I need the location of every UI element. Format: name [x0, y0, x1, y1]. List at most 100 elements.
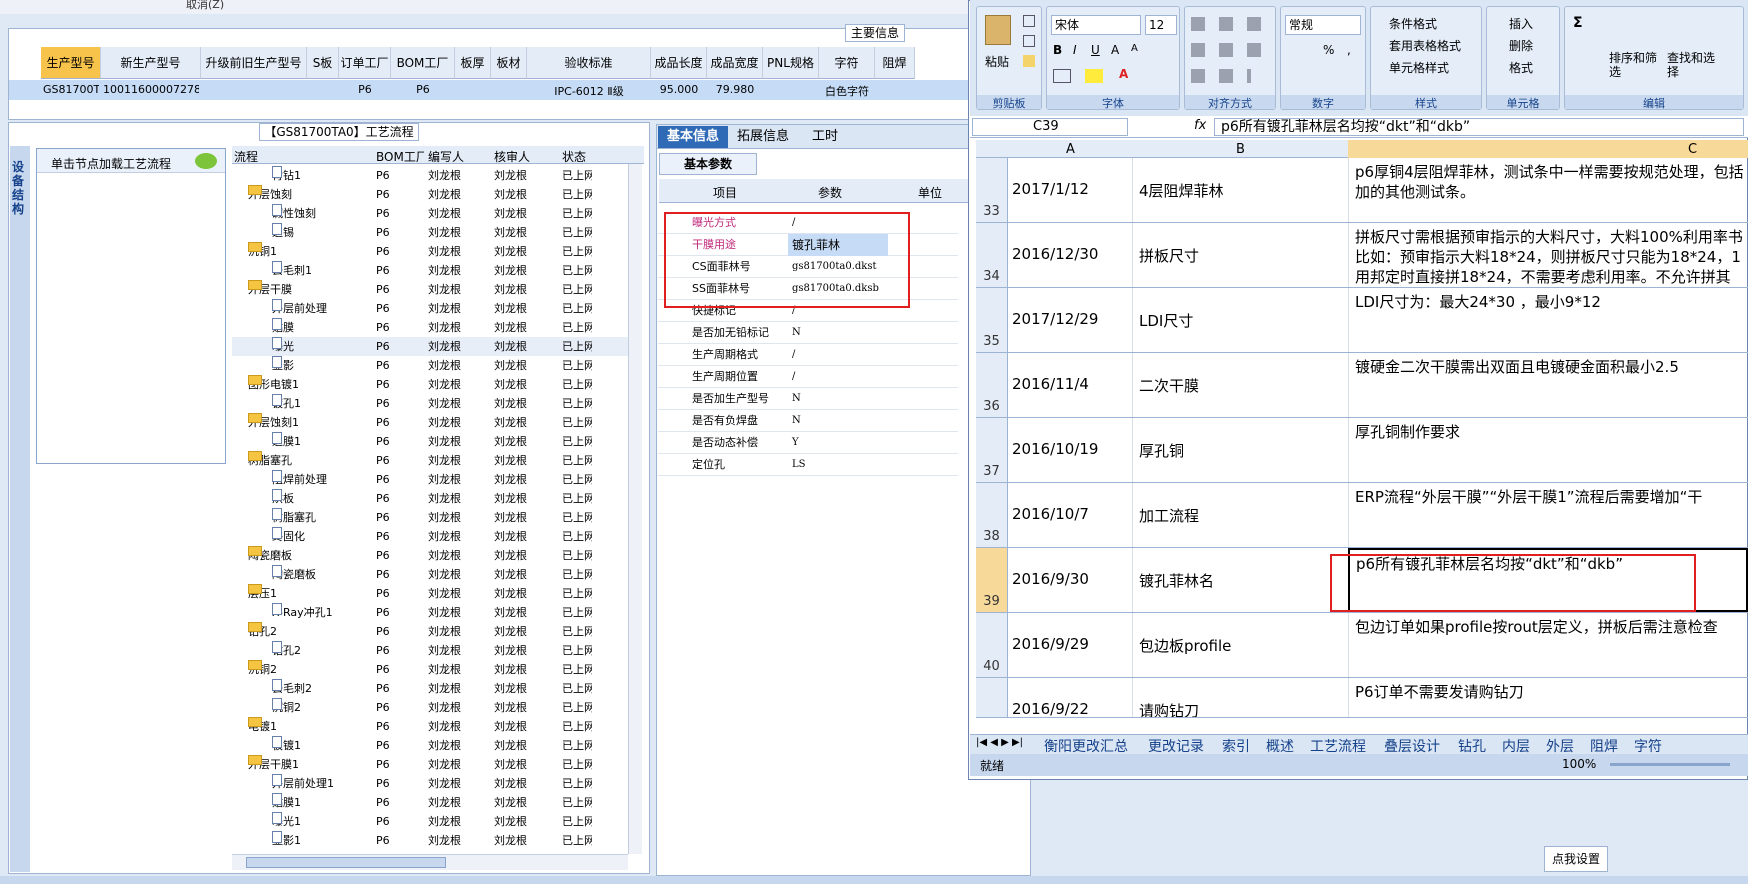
- sheet-tab[interactable]: 外层: [1546, 736, 1574, 756]
- tab-basic-params[interactable]: 基本参数: [659, 153, 757, 175]
- sheet-tab[interactable]: 钻孔: [1458, 736, 1486, 756]
- grid-header-7[interactable]: 板材: [491, 47, 527, 79]
- tree-node[interactable]: X-Ray冲孔1: [272, 603, 372, 622]
- font-color-icon[interactable]: A: [1119, 67, 1128, 81]
- sheet-tab[interactable]: 字符: [1634, 736, 1662, 756]
- cell-c[interactable]: 镀硬金二次干膜需出双面且电镀硬金面积最小2.5: [1348, 353, 1748, 417]
- italic-icon[interactable]: I: [1073, 43, 1077, 57]
- grid-header-2[interactable]: 升级前旧生产型号: [201, 47, 307, 79]
- row-number[interactable]: 40: [976, 613, 1008, 677]
- tree-node[interactable]: 树脂塞孔: [248, 451, 372, 470]
- font-name-select[interactable]: 宋体: [1051, 15, 1141, 35]
- tree-row[interactable]: 沉铜2 P6 刘龙根 刘龙根 已上网: [232, 660, 628, 679]
- align-horizontal-icons[interactable]: [1191, 43, 1271, 57]
- tree-row[interactable]: 图形电镀1 P6 刘龙根 刘龙根 已上网: [232, 375, 628, 394]
- cell-a[interactable]: 2017/12/29: [1012, 310, 1130, 328]
- find-select-button[interactable]: 查找和选择: [1667, 51, 1717, 79]
- copy-icon[interactable]: [1023, 35, 1035, 47]
- shrink-font-icon[interactable]: A: [1131, 43, 1138, 54]
- param-value[interactable]: N: [788, 388, 888, 410]
- side-tab-device-structure[interactable]: 设备结构: [12, 160, 28, 216]
- tree-row[interactable]: X-Ray冲孔1 P6 刘龙根 刘龙根 已上网: [232, 603, 628, 622]
- tree-node[interactable]: 陶瓷磨板: [272, 565, 372, 584]
- tree-header-3[interactable]: 核审人: [494, 148, 556, 165]
- tree-node[interactable]: 外层前处理: [272, 299, 372, 318]
- tree-row[interactable]: 外层干膜1 P6 刘龙根 刘龙根 已上网: [232, 755, 628, 774]
- param-value[interactable]: Y: [788, 432, 888, 454]
- number-format-select[interactable]: 常规: [1285, 15, 1361, 35]
- grid-header-4[interactable]: 订单工厂: [339, 47, 391, 79]
- sheet-tab[interactable]: 索引: [1222, 736, 1250, 756]
- grid-header-12[interactable]: 字符: [819, 47, 875, 79]
- tree-row[interactable]: 外层前处理1 P6 刘龙根 刘龙根 已上网: [232, 774, 628, 793]
- param-header-2[interactable]: 单位: [880, 184, 980, 201]
- tree-node[interactable]: 外层前处理1: [272, 774, 372, 793]
- tree-node[interactable]: 沉铜1: [248, 242, 372, 261]
- grid-header-13[interactable]: 阻焊: [875, 47, 915, 79]
- tree-node[interactable]: 退锡: [272, 223, 372, 242]
- sheet-tab[interactable]: 阻焊: [1590, 736, 1618, 756]
- cell-b[interactable]: 拼板尺寸: [1132, 223, 1348, 287]
- tree-row[interactable]: 外层蚀刻 P6 刘龙根 刘龙根 已上网: [232, 185, 628, 204]
- bold-icon[interactable]: B: [1053, 43, 1062, 57]
- paste-icon[interactable]: [985, 15, 1011, 45]
- param-row[interactable]: 定位孔 LS: [658, 454, 958, 476]
- cell-c[interactable]: p6厚铜4层阻焊菲林，测试条中一样需要按规范处理，包括加的其他测试条。: [1348, 158, 1748, 222]
- col-header-b[interactable]: B: [1236, 142, 1245, 157]
- tree-node[interactable]: 显影: [272, 356, 372, 375]
- paste-button[interactable]: 粘贴: [985, 53, 1009, 70]
- param-value[interactable]: N: [788, 410, 888, 432]
- cell-b[interactable]: 加工流程: [1132, 483, 1348, 547]
- tree-row[interactable]: 树脂塞孔 P6 刘龙根 刘龙根 已上网: [232, 451, 628, 470]
- grid-header-10[interactable]: 成品宽度: [707, 47, 763, 79]
- cell-b[interactable]: 厚孔铜: [1132, 418, 1348, 482]
- cell-c[interactable]: ERP流程“外层干膜”“外层干膜1”流程后需要增加“干: [1348, 483, 1748, 547]
- grid-header-8[interactable]: 验收标准: [527, 47, 651, 79]
- cell-a[interactable]: 2016/12/30: [1012, 245, 1130, 263]
- zoom-slider[interactable]: [1610, 763, 1730, 766]
- cell-b[interactable]: LDI尺寸: [1132, 288, 1348, 352]
- cell-b[interactable]: 镀孔菲林名: [1132, 548, 1348, 612]
- tree-row[interactable]: 退锡 P6 刘龙根 刘龙根 已上网: [232, 223, 628, 242]
- tree-header-2[interactable]: 编写人: [428, 148, 490, 165]
- border-icon[interactable]: [1053, 69, 1071, 83]
- tree-row[interactable]: 钻孔2 P6 刘龙根 刘龙根 已上网: [232, 622, 628, 641]
- cancel-button[interactable]: 取消(Z): [186, 0, 224, 12]
- tree-node[interactable]: 外层蚀刻1: [248, 413, 372, 432]
- indent-icons[interactable]: [1191, 69, 1251, 83]
- cell-c[interactable]: P6订单不需要发请购钻刀: [1348, 678, 1748, 717]
- tree-node[interactable]: 钻孔2: [248, 622, 372, 641]
- tree-node[interactable]: 板镀1: [272, 736, 372, 755]
- delete-button[interactable]: 删除: [1509, 37, 1533, 54]
- row-number[interactable]: 41: [976, 678, 1008, 717]
- cell-c[interactable]: LDI尺寸为：最大24*30 ，最小9*12: [1348, 288, 1748, 352]
- tree-node[interactable]: 去毛刺2: [272, 679, 372, 698]
- tree-row[interactable]: 曝光 P6 刘龙根 刘龙根 已上网: [232, 337, 628, 356]
- tree-node[interactable]: 背钻1: [272, 166, 372, 185]
- tree-node[interactable]: 图形电镀1: [248, 375, 372, 394]
- tree-row[interactable]: 贴膜1 P6 刘龙根 刘龙根 已上网: [232, 793, 628, 812]
- sheet-tab[interactable]: 衡阳更改汇总: [1044, 736, 1128, 756]
- tree-row[interactable]: 外层干膜 P6 刘龙根 刘龙根 已上网: [232, 280, 628, 299]
- grid-header-3[interactable]: S板: [307, 47, 339, 79]
- tree-row[interactable]: 背钻1 P6 刘龙根 刘龙根 已上网: [232, 166, 628, 185]
- tree-row[interactable]: 陶瓷磨板 P6 刘龙根 刘龙根 已上网: [232, 546, 628, 565]
- tree-node[interactable]: 曝光: [272, 337, 372, 356]
- percent-icon[interactable]: %: [1323, 43, 1334, 57]
- col-header-c[interactable]: C: [1688, 142, 1697, 157]
- tree-node[interactable]: 贴膜: [272, 318, 372, 337]
- tree-row[interactable]: 镀孔1 P6 刘龙根 刘龙根 已上网: [232, 394, 628, 413]
- insert-button[interactable]: 插入: [1509, 15, 1533, 32]
- underline-icon[interactable]: U: [1091, 43, 1100, 57]
- tree-row[interactable]: 层压1 P6 刘龙根 刘龙根 已上网: [232, 584, 628, 603]
- tree-node[interactable]: 烘板: [272, 489, 372, 508]
- param-value[interactable]: N: [788, 322, 888, 344]
- tree-node[interactable]: 钻孔2: [272, 641, 372, 660]
- tree-node[interactable]: 层压1: [248, 584, 372, 603]
- param-row[interactable]: 是否加生产型号 N: [658, 388, 958, 410]
- sheet-tab[interactable]: 叠层设计: [1384, 736, 1440, 756]
- tree-node[interactable]: 阻焊前处理: [272, 470, 372, 489]
- tree-node[interactable]: 终固化: [272, 527, 372, 546]
- tree-node[interactable]: 树脂塞孔: [272, 508, 372, 527]
- tree-row[interactable]: 阻焊前处理 P6 刘龙根 刘龙根 已上网: [232, 470, 628, 489]
